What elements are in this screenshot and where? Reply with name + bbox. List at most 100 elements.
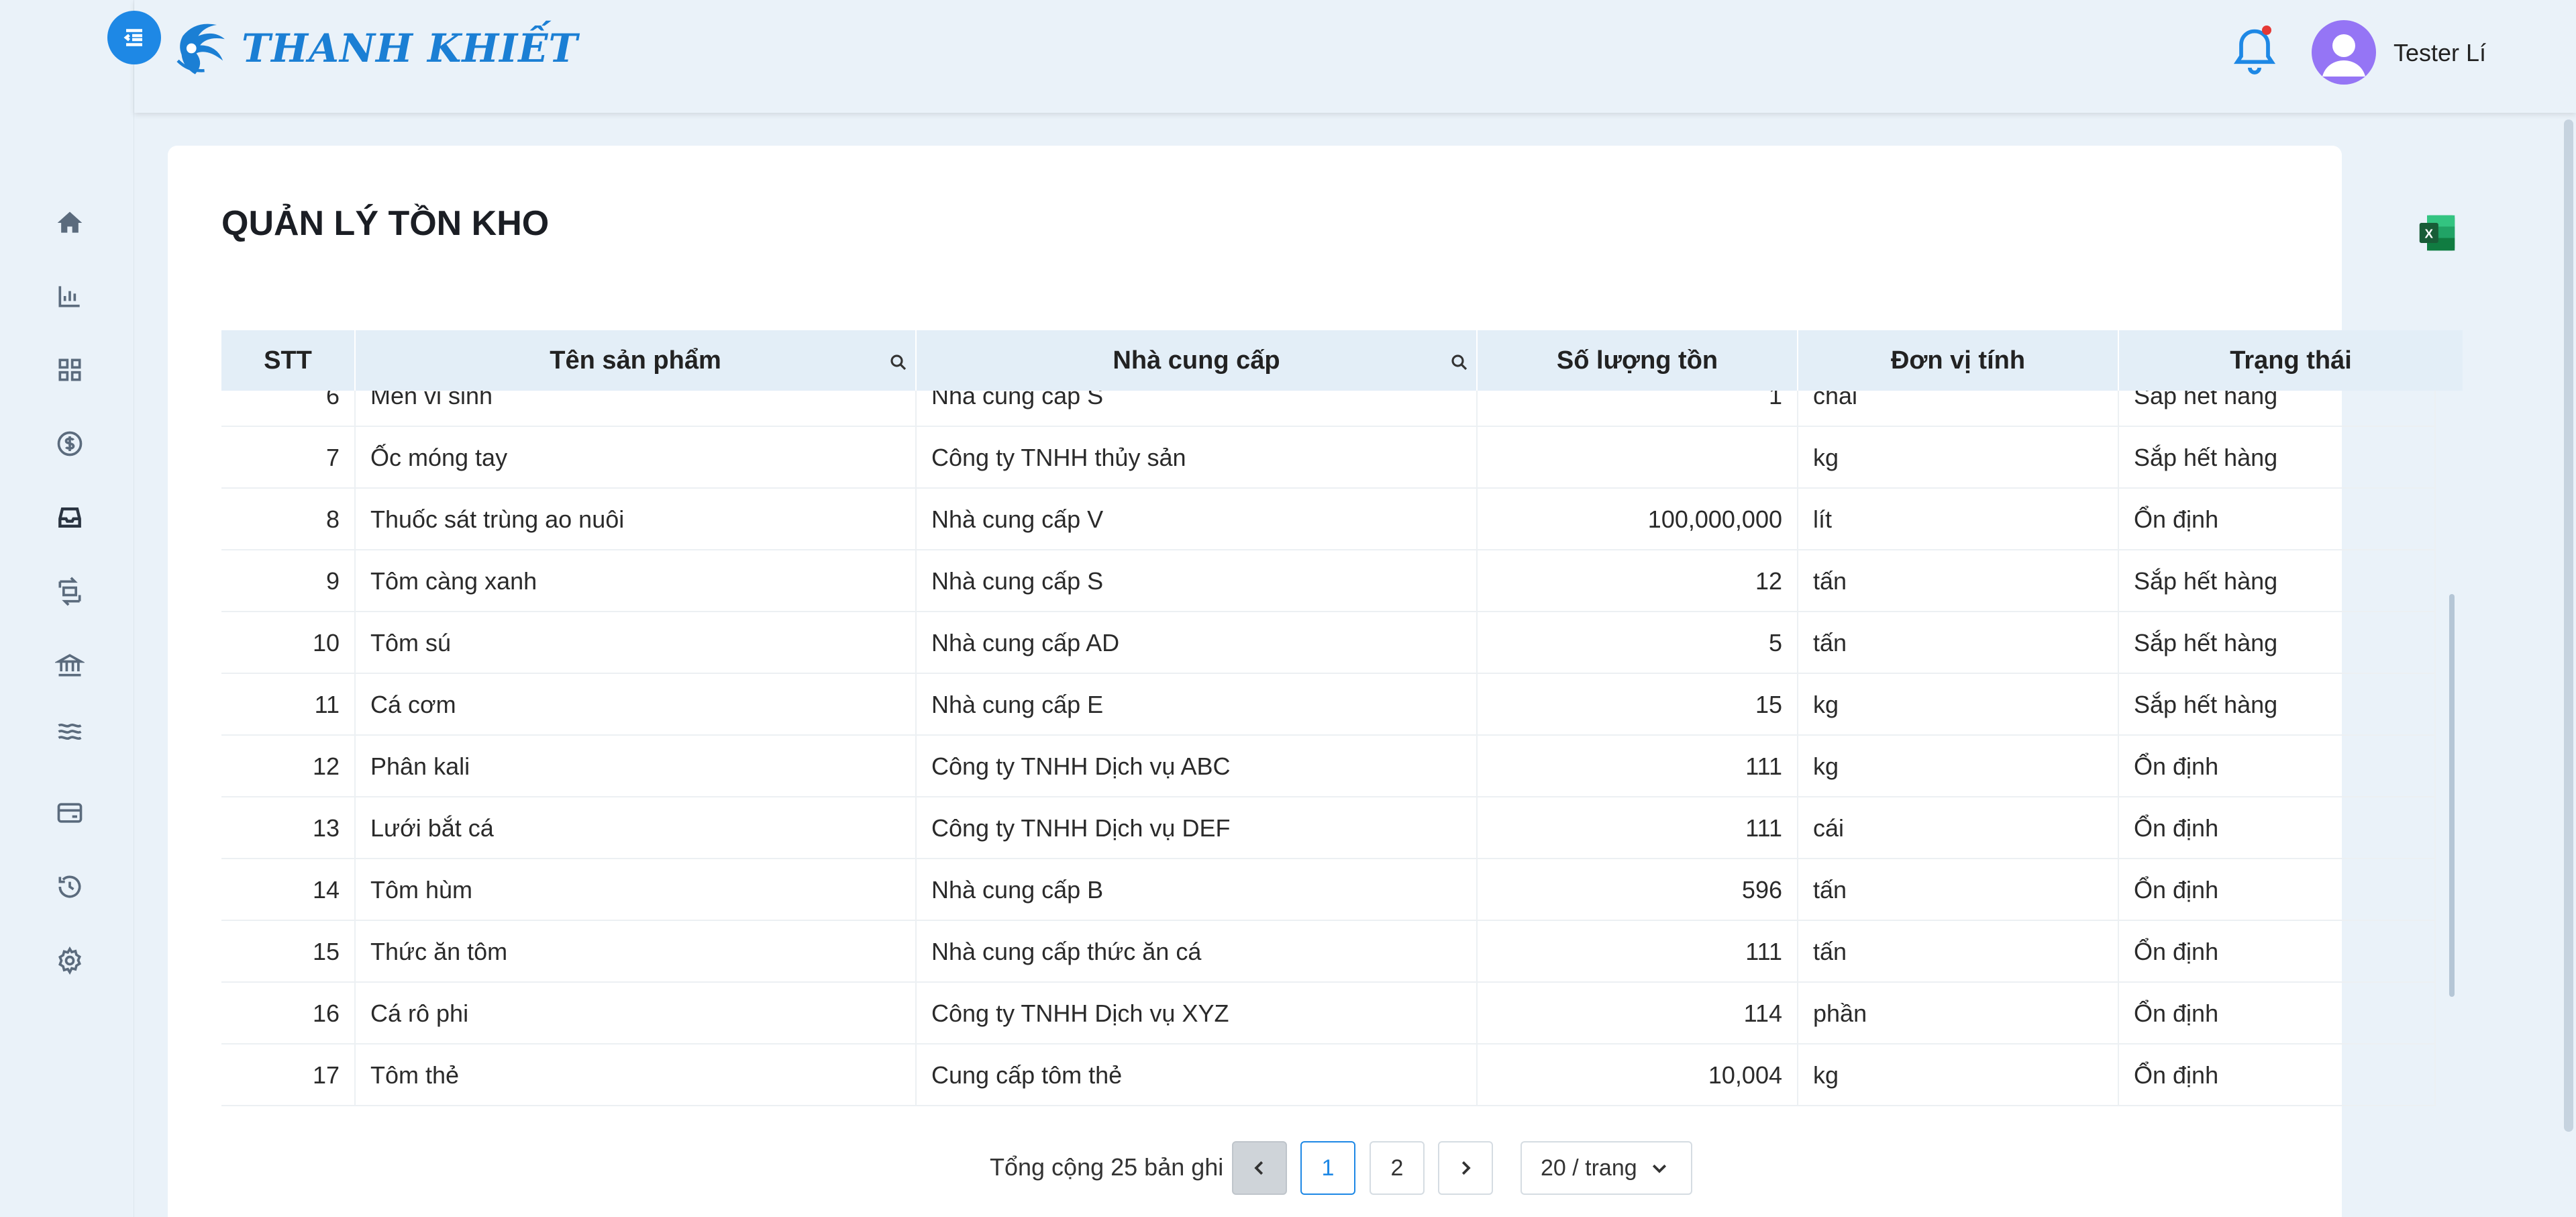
page-size-select[interactable]: 20 / trang xyxy=(1521,1141,1692,1195)
transfer-icon[interactable] xyxy=(51,573,89,610)
notification-dot xyxy=(2262,26,2271,35)
home-icon[interactable] xyxy=(51,204,89,242)
logo-text: THANH KHIẾT xyxy=(242,26,578,71)
table-row[interactable]: 12 Phân kali Công ty TNHH Dịch vụ ABC 11… xyxy=(221,736,2436,797)
cell-quantity: 111 xyxy=(1478,921,1798,983)
chevron-down-icon xyxy=(1652,1164,1666,1173)
cell-quantity: 10,004 xyxy=(1478,1044,1798,1106)
col-header-quantity: Số lượng tồn xyxy=(1556,346,1718,375)
prev-page-button[interactable] xyxy=(1232,1141,1287,1195)
cell-stt: 14 xyxy=(221,859,356,921)
table-row[interactable]: 17 Tôm thẻ Cung cấp tôm thẻ 10,004 kg Ổn… xyxy=(221,1044,2436,1106)
cell-quantity: 111 xyxy=(1478,797,1798,859)
table-row[interactable]: 16 Cá rô phi Công ty TNHH Dịch vụ XYZ 11… xyxy=(221,983,2436,1044)
cell-product: Cá rô phi xyxy=(356,983,917,1044)
cell-stt: 10 xyxy=(221,612,356,674)
cell-unit: tấn xyxy=(1798,612,2119,674)
table-row[interactable]: 10 Tôm sú Nhà cung cấp AD 5 tấn Sắp hết … xyxy=(221,612,2436,674)
menu-collapse-icon xyxy=(123,29,142,46)
table-row[interactable]: 13 Lưới bắt cá Công ty TNHH Dịch vụ DEF … xyxy=(221,797,2436,859)
cell-unit: tấn xyxy=(1798,550,2119,612)
cell-unit: phần xyxy=(1798,983,2119,1044)
cell-supplier: Nhà cung cấp thức ăn cá xyxy=(917,921,1478,983)
app-logo[interactable]: THANH KHIẾT xyxy=(170,15,578,82)
cell-product: Cá cơm xyxy=(356,674,917,736)
cell-stt: 6 xyxy=(221,391,356,427)
cell-supplier: Công ty TNHH thủy sản xyxy=(917,427,1478,489)
cell-unit: cái xyxy=(1798,797,2119,859)
cell-stt: 12 xyxy=(221,736,356,797)
waves-icon[interactable] xyxy=(51,713,89,750)
cell-stt: 17 xyxy=(221,1044,356,1106)
bank-icon[interactable] xyxy=(51,646,89,684)
history-icon[interactable] xyxy=(51,868,89,906)
cell-status: Sắp hết hàng xyxy=(2119,612,2436,674)
cell-supplier: Công ty TNHH Dịch vụ XYZ xyxy=(917,983,1478,1044)
table-row[interactable]: 6 Men vi sinh Nhà cung cấp S 1 chai Sắp … xyxy=(221,391,2436,427)
table-row[interactable]: 8 Thuốc sát trùng ao nuôi Nhà cung cấp V… xyxy=(221,489,2436,550)
cell-unit: lít xyxy=(1798,489,2119,550)
avatar[interactable] xyxy=(2312,20,2376,85)
cell-quantity: 12 xyxy=(1478,550,1798,612)
dollar-icon[interactable] xyxy=(51,425,89,463)
cell-status: Ổn định xyxy=(2119,859,2436,921)
bell-icon xyxy=(2233,29,2276,75)
grid-icon[interactable] xyxy=(51,351,89,389)
cell-supplier: Nhà cung cấp B xyxy=(917,859,1478,921)
cell-unit: chai xyxy=(1798,391,2119,427)
table-row[interactable]: 9 Tôm càng xanh Nhà cung cấp S 12 tấn Sắ… xyxy=(221,550,2436,612)
bar-chart-icon[interactable] xyxy=(51,277,89,315)
supplier-search-icon[interactable] xyxy=(1449,350,1470,371)
cell-product: Men vi sinh xyxy=(356,391,917,427)
cell-quantity: 15 xyxy=(1478,674,1798,736)
inbox-icon[interactable] xyxy=(51,499,89,536)
table-body[interactable]: 6 Men vi sinh Nhà cung cấp S 1 chai Sắp … xyxy=(221,391,2463,1217)
cell-product: Phân kali xyxy=(356,736,917,797)
page-2-button[interactable]: 2 xyxy=(1370,1141,1425,1195)
table-row[interactable]: 15 Thức ăn tôm Nhà cung cấp thức ăn cá 1… xyxy=(221,921,2436,983)
page-1-button[interactable]: 1 xyxy=(1300,1141,1355,1195)
cell-quantity xyxy=(1478,427,1798,489)
cell-quantity: 1 xyxy=(1478,391,1798,427)
product-search-icon[interactable] xyxy=(888,350,909,371)
cell-stt: 13 xyxy=(221,797,356,859)
pagination: Tổng cộng 25 bản ghi 1 2 20 / trang xyxy=(0,1141,2576,1195)
menu-toggle-button[interactable] xyxy=(107,11,161,64)
chevron-right-icon xyxy=(1461,1161,1471,1175)
cell-status: Ổn định xyxy=(2119,921,2436,983)
table-row[interactable]: 7 Ốc móng tay Công ty TNHH thủy sản kg S… xyxy=(221,427,2436,489)
page-scrollbar[interactable] xyxy=(2564,119,2573,1132)
cell-supplier: Nhà cung cấp S xyxy=(917,391,1478,427)
cell-quantity: 111 xyxy=(1478,736,1798,797)
table-row[interactable]: 11 Cá cơm Nhà cung cấp E 15 kg Sắp hết h… xyxy=(221,674,2436,736)
cell-status: Sắp hết hàng xyxy=(2119,674,2436,736)
cell-unit: tấn xyxy=(1798,921,2119,983)
credit-card-icon[interactable] xyxy=(51,794,89,832)
cell-unit: kg xyxy=(1798,427,2119,489)
col-header-supplier-label: Nhà cung cấp xyxy=(1113,346,1280,375)
user-name[interactable]: Tester Lí xyxy=(2393,39,2486,67)
cell-product: Tôm thẻ xyxy=(356,1044,917,1106)
cell-quantity: 5 xyxy=(1478,612,1798,674)
cell-product: Tôm hùm xyxy=(356,859,917,921)
cell-stt: 7 xyxy=(221,427,356,489)
cell-product: Thức ăn tôm xyxy=(356,921,917,983)
excel-icon[interactable]: X xyxy=(2417,213,2457,253)
page-title: QUẢN LÝ TỒN KHO xyxy=(221,204,550,243)
table-scrollbar[interactable] xyxy=(2449,594,2455,997)
cell-supplier: Công ty TNHH Dịch vụ ABC xyxy=(917,736,1478,797)
cell-supplier: Nhà cung cấp AD xyxy=(917,612,1478,674)
cell-supplier: Cung cấp tôm thẻ xyxy=(917,1044,1478,1106)
col-header-product-label: Tên sản phẩm xyxy=(550,346,721,375)
cell-unit: kg xyxy=(1798,736,2119,797)
next-page-button[interactable] xyxy=(1438,1141,1493,1195)
cell-quantity: 114 xyxy=(1478,983,1798,1044)
cell-quantity: 100,000,000 xyxy=(1478,489,1798,550)
settings-icon[interactable] xyxy=(51,942,89,979)
col-header-supplier: Nhà cung cấp xyxy=(917,330,1476,391)
cell-supplier: Nhà cung cấp E xyxy=(917,674,1478,736)
notification-bell[interactable] xyxy=(2231,26,2278,79)
cell-status: Sắp hết hàng xyxy=(2119,550,2436,612)
table-row[interactable]: 14 Tôm hùm Nhà cung cấp B 596 tấn Ổn địn… xyxy=(221,859,2436,921)
cell-stt: 11 xyxy=(221,674,356,736)
